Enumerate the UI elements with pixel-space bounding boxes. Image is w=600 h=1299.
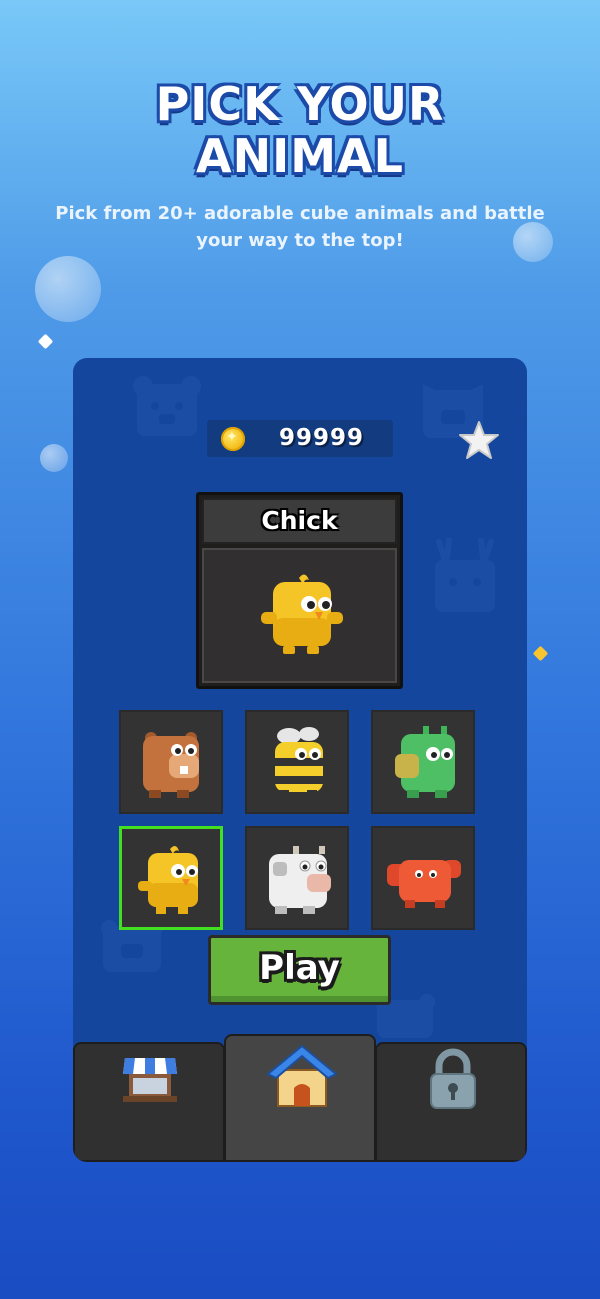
page-title: PICK YOUR ANIMAL bbox=[0, 78, 600, 182]
star-icon[interactable] bbox=[459, 420, 499, 460]
bee-icon bbox=[275, 727, 323, 798]
decorative-bubble bbox=[35, 256, 101, 322]
selected-animal-name: Chick bbox=[202, 498, 397, 544]
shop-icon bbox=[123, 1058, 177, 1102]
bottom-tab-bar bbox=[73, 1034, 527, 1162]
animal-option-cow[interactable] bbox=[245, 826, 349, 930]
coin-counter: 99999 bbox=[207, 420, 393, 457]
tab-shop[interactable] bbox=[73, 1042, 225, 1162]
game-panel: 99999 Chick bbox=[73, 358, 527, 1162]
beaver-icon bbox=[143, 732, 199, 798]
play-button[interactable]: Play bbox=[208, 935, 391, 1005]
tab-home[interactable] bbox=[224, 1034, 376, 1162]
chick-icon bbox=[138, 845, 198, 914]
coin-icon bbox=[221, 427, 245, 451]
frog-icon bbox=[395, 726, 455, 798]
crab-icon bbox=[387, 860, 461, 908]
home-icon bbox=[266, 1044, 338, 1107]
animal-option-chick[interactable] bbox=[119, 826, 223, 930]
page-subtitle: Pick from 20+ adorable cube animals and … bbox=[55, 203, 545, 251]
coin-count: 99999 bbox=[279, 425, 365, 451]
animal-option-beaver[interactable] bbox=[119, 710, 223, 814]
cow-icon bbox=[269, 846, 331, 914]
animal-option-bee[interactable] bbox=[245, 710, 349, 814]
deer-silhouette-icon bbox=[435, 538, 495, 612]
chick-icon bbox=[261, 574, 343, 654]
decorative-bubble bbox=[40, 444, 68, 472]
animal-option-crab[interactable] bbox=[371, 826, 475, 930]
decorative-sparkle bbox=[37, 333, 54, 350]
animal-option-frog[interactable] bbox=[371, 710, 475, 814]
lock-icon bbox=[430, 1048, 476, 1109]
page-title-line2: ANIMAL bbox=[196, 129, 404, 183]
decorative-sparkle bbox=[532, 645, 549, 662]
bear-silhouette-icon bbox=[133, 376, 201, 436]
page-title-line1: PICK YOUR bbox=[155, 77, 445, 131]
tab-locked[interactable] bbox=[375, 1042, 527, 1162]
selected-animal-preview bbox=[202, 548, 397, 683]
selected-animal-card: Chick bbox=[196, 492, 403, 689]
